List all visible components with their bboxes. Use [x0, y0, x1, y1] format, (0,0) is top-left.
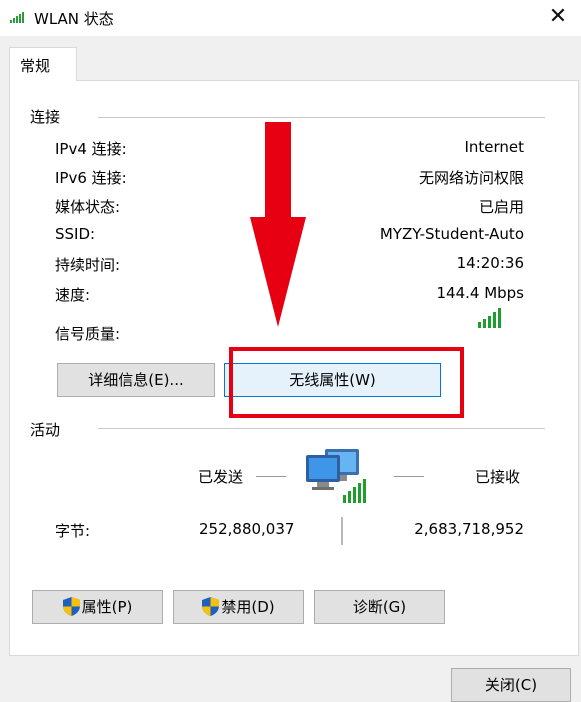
network-computers-icon: [306, 449, 366, 503]
details-button[interactable]: 详细信息(E)...: [57, 363, 215, 397]
bytes-received-value: 2,683,718,952: [414, 520, 524, 538]
window-title: WLAN 状态: [34, 10, 114, 28]
close-icon[interactable]: ✕: [535, 0, 581, 36]
activity-group-label: 活动: [30, 419, 61, 440]
ipv6-label: IPv6 连接:: [55, 169, 127, 187]
ipv6-value: 无网络访问权限: [418, 169, 524, 187]
signal-quality-label: 信号质量:: [55, 325, 121, 343]
red-highlight-box: [229, 347, 464, 418]
red-arrow-annotation: [250, 122, 306, 327]
bytes-divider: [341, 517, 343, 545]
connection-group-label: 连接: [30, 106, 61, 127]
sent-line: [256, 476, 286, 477]
duration-value: 14:20:36: [456, 254, 524, 272]
tab-label: 常规: [20, 57, 51, 75]
received-label: 已接收: [475, 468, 521, 486]
uac-shield-icon: [62, 597, 80, 616]
uac-shield-icon: [202, 597, 220, 616]
speed-label: 速度:: [55, 286, 91, 304]
ssid-value: MYZY-Student-Auto: [379, 225, 524, 243]
disable-button[interactable]: 禁用(D): [173, 590, 304, 624]
signal-strength-icon: [478, 308, 501, 328]
speed-value: 144.4 Mbps: [436, 284, 524, 302]
duration-label: 持续时间:: [55, 256, 121, 274]
media-state-label: 媒体状态:: [55, 198, 121, 216]
bytes-label: 字节:: [55, 522, 91, 540]
tab-general[interactable]: 常规: [9, 47, 77, 81]
diagnose-button[interactable]: 诊断(G): [314, 590, 445, 624]
close-button[interactable]: 关闭(C): [451, 668, 571, 702]
wifi-signal-icon: [10, 12, 24, 23]
bytes-sent-value: 252,880,037: [199, 520, 295, 538]
ssid-label: SSID:: [55, 225, 96, 243]
received-line: [394, 476, 424, 477]
properties-button-label: 属性(P): [81, 598, 133, 616]
activity-divider: [98, 428, 545, 429]
title-bar: WLAN 状态 ✕: [0, 0, 581, 36]
properties-button[interactable]: 属性(P): [32, 590, 163, 624]
disable-button-label: 禁用(D): [221, 598, 275, 616]
ipv4-label: IPv4 连接:: [55, 140, 127, 158]
sent-label: 已发送: [198, 468, 244, 486]
connection-divider: [98, 117, 545, 118]
ipv4-value: Internet: [464, 138, 524, 156]
media-state-value: 已启用: [478, 198, 524, 216]
